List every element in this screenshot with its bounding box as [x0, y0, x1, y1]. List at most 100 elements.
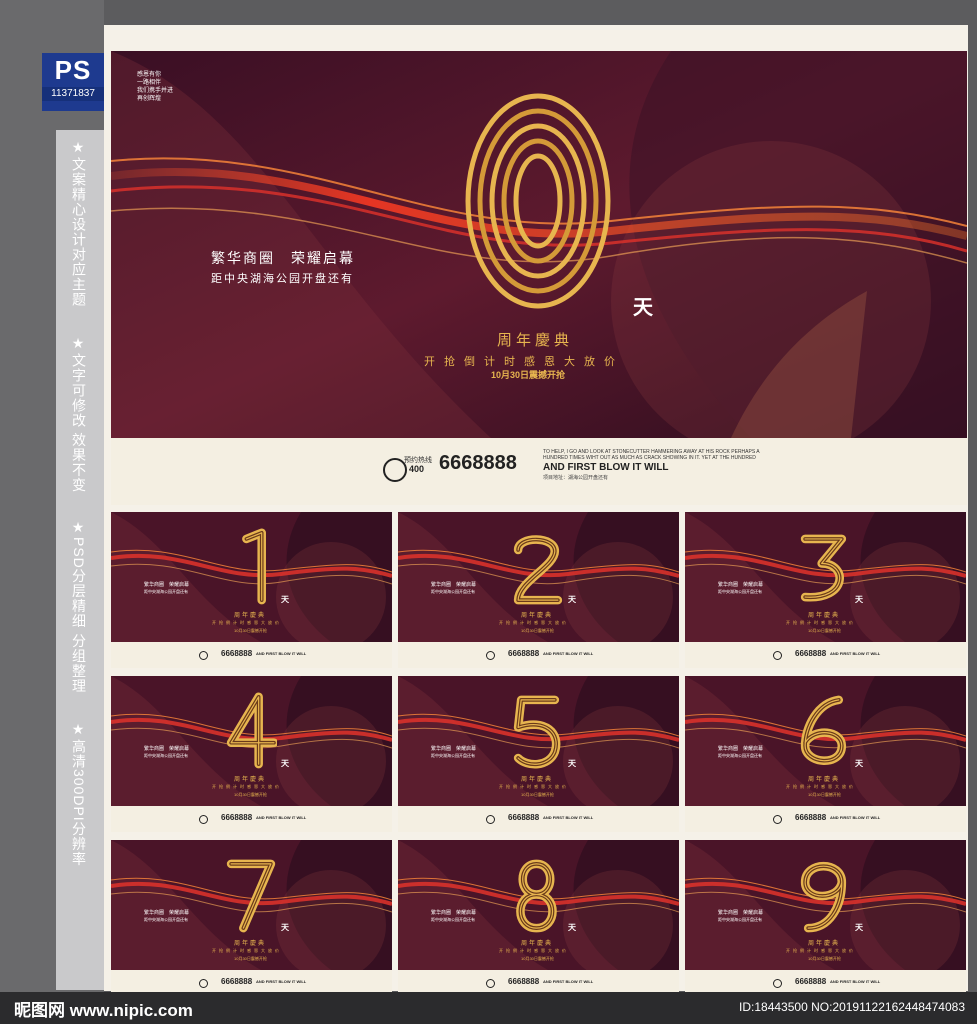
small-footer: 6668888 AND FIRST BLOW IT WILL [398, 806, 679, 832]
main-subline: 距中央湖海公园开盘还有 [211, 273, 354, 285]
small-unit: 天 [281, 759, 289, 768]
digit-8-icon [516, 859, 557, 933]
small-unit: 天 [568, 595, 576, 604]
small-promo: 开抢倒计时感恩大放价 [499, 784, 569, 789]
main-promo: 开抢倒计时感恩大放价 [424, 356, 624, 368]
small-anniversary: 周年慶典 [521, 777, 554, 783]
small-subline: 距中央湖海公园开盘还有 [718, 589, 762, 594]
small-anniversary: 周年慶典 [234, 941, 267, 947]
small-headline: 繁华商圈 荣耀启幕 [718, 746, 764, 752]
main-small-text-4: 再创辉煌 [137, 96, 162, 102]
small-subline: 距中央湖海公园开盘还有 [144, 589, 188, 594]
small-english-text: AND FIRST BLOW IT WILL [256, 651, 307, 656]
sidebar: PS 11371837 ★文案精心设计对应主题 ★文字可修改 效果不变 ★PSD… [0, 0, 104, 1024]
phone-icon [773, 651, 782, 660]
small-anniversary: 周年慶典 [521, 941, 554, 947]
main-headline: 繁华商圈 荣耀启幕 [211, 250, 355, 266]
small-hotline-number: 6668888 [795, 977, 827, 986]
digit-3-icon [800, 534, 847, 602]
main-footer: 预约热线 400 6668888 TO HELP, I GO AND LOOK … [111, 438, 967, 505]
small-subline: 距中央湖海公园开盘还有 [718, 753, 762, 758]
feature-3: ★PSD分层精细 分组整理 [71, 520, 87, 694]
small-poster-2: 繁华商圈 荣耀启幕 距中央湖海公园开盘还有 天 周年慶典 开抢倒计时感恩大放价 … [398, 512, 679, 668]
digit-9-icon [800, 862, 847, 933]
small-english-text: AND FIRST BLOW IT WILL [830, 979, 881, 984]
phone-icon [486, 815, 495, 824]
phone-icon [199, 815, 208, 824]
small-poster-8: 繁华商圈 荣耀启幕 距中央湖海公园开盘还有 天 周年慶典 开抢倒计时感恩大放价 … [398, 840, 679, 996]
main-small-text-1: 感恩有你 [137, 72, 162, 78]
hotline-number: 6668888 [439, 452, 517, 474]
phone-icon [486, 979, 495, 988]
main-unit: 天 [633, 297, 653, 319]
english-small-text: TO HELP, I GO AND LOOK AT STONECUTTER HA… [543, 449, 760, 461]
small-footer: 6668888 AND FIRST BLOW IT WILL [685, 642, 966, 668]
small-headline: 繁华商圈 荣耀启幕 [718, 910, 764, 916]
small-promo: 开抢倒计时感恩大放价 [212, 784, 282, 789]
small-hotline-number: 6668888 [795, 813, 827, 822]
small-subline: 距中央湖海公园开盘还有 [144, 753, 188, 758]
digit-4-icon [226, 692, 277, 769]
small-unit: 天 [281, 923, 289, 932]
ps-label: PS [54, 55, 92, 85]
small-hotline-number: 6668888 [508, 977, 540, 986]
digit-6-icon [800, 695, 847, 765]
image-id: ID:18443500 NO:20191122162448474083 [739, 1000, 965, 1014]
small-poster-4: 繁华商圈 荣耀启幕 距中央湖海公园开盘还有 天 周年慶典 开抢倒计时感恩大放价 … [111, 676, 392, 832]
small-unit: 天 [568, 923, 576, 932]
feature-2: ★文字可修改 效果不变 [71, 336, 87, 493]
digit-7-icon [226, 859, 276, 933]
small-english-text: AND FIRST BLOW IT WILL [830, 815, 881, 820]
main-small-text-3: 我们携手并进 [137, 88, 174, 94]
digit-5-icon [513, 695, 561, 769]
small-subline: 距中央湖海公园开盘还有 [431, 917, 475, 922]
small-anniversary: 周年慶典 [234, 777, 267, 783]
small-hotline-number: 6668888 [221, 649, 253, 658]
english-big-text: AND FIRST BLOW IT WILL [543, 462, 669, 473]
main-date-line: 10月30日震撼开抢 [491, 370, 566, 380]
site-logo: 昵图网 www.nipic.com [14, 1001, 193, 1020]
small-headline: 繁华商圈 荣耀启幕 [431, 582, 477, 588]
small-date-line: 10月30日震撼开抢 [521, 628, 554, 633]
small-date-line: 10月30日震撼开抢 [808, 956, 841, 961]
small-english-text: AND FIRST BLOW IT WILL [256, 979, 307, 984]
small-headline: 繁华商圈 荣耀启幕 [718, 582, 764, 588]
small-unit: 天 [568, 759, 576, 768]
small-english-text: AND FIRST BLOW IT WILL [543, 651, 594, 656]
phone-icon [199, 979, 208, 988]
small-hotline-number: 6668888 [508, 649, 540, 658]
small-poster-7: 繁华商圈 荣耀启幕 距中央湖海公园开盘还有 天 周年慶典 开抢倒计时感恩大放价 … [111, 840, 392, 996]
small-subline: 距中央湖海公园开盘还有 [431, 589, 475, 594]
small-date-line: 10月30日震撼开抢 [521, 956, 554, 961]
small-promo: 开抢倒计时感恩大放价 [786, 620, 856, 625]
small-subline: 距中央湖海公园开盘还有 [718, 917, 762, 922]
small-promo: 开抢倒计时感恩大放价 [499, 948, 569, 953]
small-english-text: AND FIRST BLOW IT WILL [256, 815, 307, 820]
ps-badge: PS 11371837 [42, 53, 104, 111]
feature-1: ★文案精心设计对应主题 [71, 140, 87, 307]
watermark-bar: 昵图网 www.nipic.com ID:18443500 NO:2019112… [0, 992, 977, 1024]
small-poster-3: 繁华商圈 荣耀启幕 距中央湖海公园开盘还有 天 周年慶典 开抢倒计时感恩大放价 … [685, 512, 966, 668]
small-headline: 繁华商圈 荣耀启幕 [144, 910, 190, 916]
chinese-small-text: 项目地址：湖海公园开盘还有 [543, 475, 609, 481]
small-poster-5: 繁华商圈 荣耀启幕 距中央湖海公园开盘还有 天 周年慶典 开抢倒计时感恩大放价 … [398, 676, 679, 832]
small-promo: 开抢倒计时感恩大放价 [212, 948, 282, 953]
small-promo: 开抢倒计时感恩大放价 [212, 620, 282, 625]
small-poster-1: 繁华商圈 荣耀启幕 距中央湖海公园开盘还有 天 周年慶典 开抢倒计时感恩大放价 … [111, 512, 392, 668]
small-poster-6: 繁华商圈 荣耀启幕 距中央湖海公园开盘还有 天 周年慶典 开抢倒计时感恩大放价 … [685, 676, 966, 832]
phone-icon [773, 815, 782, 824]
small-anniversary: 周年慶典 [234, 613, 267, 619]
small-subline: 距中央湖海公园开盘还有 [144, 917, 188, 922]
small-unit: 天 [855, 759, 863, 768]
small-unit: 天 [281, 595, 289, 604]
small-promo: 开抢倒计时感恩大放价 [786, 948, 856, 953]
main-small-text-2: 一路相伴 [137, 80, 162, 86]
small-hotline-number: 6668888 [795, 649, 827, 658]
small-date-line: 10月30日震撼开抢 [234, 956, 267, 961]
small-english-text: AND FIRST BLOW IT WILL [543, 979, 594, 984]
small-date-line: 10月30日震撼开抢 [808, 792, 841, 797]
small-anniversary: 周年慶典 [808, 777, 841, 783]
small-hotline-number: 6668888 [221, 977, 253, 986]
small-headline: 繁华商圈 荣耀启幕 [431, 746, 477, 752]
small-date-line: 10月30日震撼开抢 [808, 628, 841, 633]
